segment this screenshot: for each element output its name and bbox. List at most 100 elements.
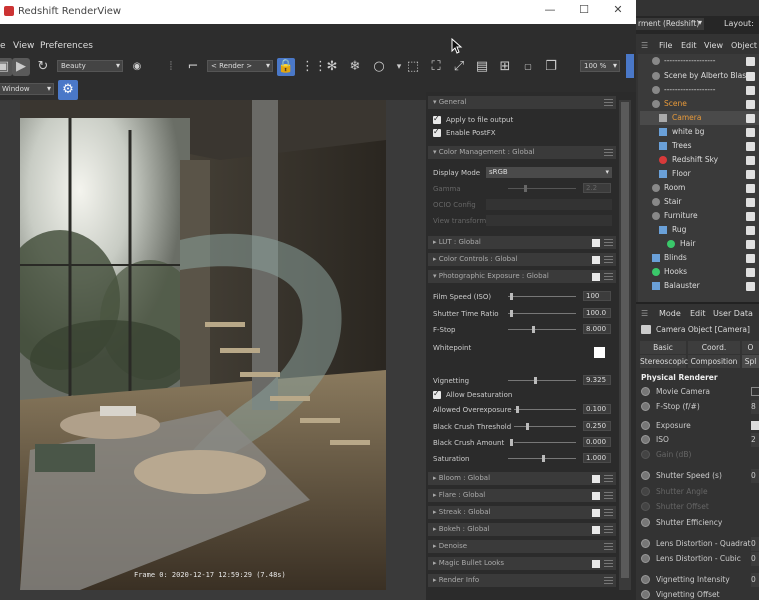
layout-dropdown[interactable]: rment (Redshift) — [636, 18, 704, 30]
visibility-check[interactable] — [746, 57, 755, 66]
minimize-button[interactable]: — — [538, 3, 562, 16]
section-color-controls[interactable]: ▸ Color Controls : Global — [428, 253, 616, 266]
tree-row[interactable]: Stair — [640, 195, 759, 209]
section-streak[interactable]: ▸ Streak : Global — [428, 506, 616, 519]
prop-exposure[interactable]: Exposure — [641, 419, 759, 433]
whitepoint-color-swatch[interactable] — [594, 347, 605, 358]
section-menu-icon[interactable] — [604, 475, 613, 482]
menu-preferences[interactable]: Preferences — [40, 41, 93, 51]
visibility-check[interactable] — [746, 198, 755, 207]
visibility-check[interactable] — [746, 282, 755, 291]
prop-vignetting-intensity[interactable]: Vignetting Intensity 0 — [641, 573, 759, 587]
shutter-ratio-slider[interactable] — [508, 310, 576, 317]
display-mode-select[interactable]: sRGB — [486, 167, 612, 178]
render-camera-select[interactable]: < Render > — [207, 60, 273, 72]
add-snapshot-icon[interactable]: ⊞ — [496, 58, 514, 76]
tree-row[interactable]: Hooks — [640, 265, 759, 279]
gear-icon[interactable]: ⚙ — [58, 80, 78, 100]
lens-cubic-value-field[interactable]: 0 — [751, 552, 759, 566]
section-flare[interactable]: ▸ Flare : Global — [428, 489, 616, 502]
fstop-value-field[interactable]: 8 — [751, 400, 759, 414]
scrollbar-thumb[interactable] — [621, 102, 629, 578]
grid-dots-icon[interactable]: ⁞ — [162, 58, 180, 76]
tree-row[interactable]: Redshift Sky — [640, 153, 759, 167]
section-bloom[interactable]: ▸ Bloom : Global — [428, 472, 616, 485]
vignetting-slider[interactable] — [508, 377, 576, 384]
animation-dot-icon[interactable] — [641, 590, 650, 599]
prop-lens-distortion-quadratic[interactable]: Lens Distortion - Quadratic 0 — [641, 537, 759, 551]
play-render-icon[interactable]: ▶ — [12, 58, 30, 76]
menu-view[interactable]: View — [13, 41, 34, 51]
visibility-check[interactable] — [746, 268, 755, 277]
image-icon[interactable]: ▤ — [473, 58, 491, 76]
section-menu-icon[interactable] — [604, 560, 613, 567]
tab-basic[interactable]: Basic — [640, 341, 686, 354]
maximize-button[interactable]: ☐ — [572, 3, 596, 16]
shutter-ratio-field[interactable]: 100.0 — [583, 308, 611, 318]
lock-icon[interactable]: 🔒 — [277, 58, 295, 76]
lens-quad-value-field[interactable]: 0 — [751, 537, 759, 551]
am-menu-user-data[interactable]: User Data — [713, 309, 753, 318]
save-icon[interactable]: ▣ — [0, 58, 12, 76]
color-wheel-icon[interactable]: ◉ — [128, 58, 146, 76]
section-bokeh[interactable]: ▸ Bokeh : Global — [428, 523, 616, 536]
tab-spherical[interactable]: Spl — [742, 355, 759, 368]
visibility-check[interactable] — [746, 212, 755, 221]
allowed-overexposure-slider[interactable] — [514, 406, 576, 413]
animation-dot-icon[interactable] — [641, 575, 650, 584]
film-speed-slider[interactable] — [508, 293, 576, 300]
stretch-icon[interactable]: ⤢ — [450, 58, 468, 76]
visibility-check[interactable] — [746, 184, 755, 193]
circle-icon[interactable]: ○ — [370, 58, 388, 76]
close-button[interactable]: ✕ — [606, 3, 630, 16]
animation-dot-icon[interactable] — [641, 554, 650, 563]
aov-select[interactable]: Beauty — [57, 60, 123, 72]
saturation-slider[interactable] — [508, 455, 576, 462]
tree-row[interactable]: Room — [640, 181, 759, 195]
snowflake-bake-icon[interactable]: ❄ — [346, 58, 364, 76]
tree-row[interactable]: Scene by Alberto Blasi — [640, 69, 759, 83]
enable-postfx-checkbox[interactable] — [433, 127, 441, 137]
vignetting-intensity-value-field[interactable]: 0 — [751, 573, 759, 587]
visibility-check[interactable] — [746, 100, 755, 109]
section-menu-icon[interactable] — [604, 526, 613, 533]
tab-object[interactable]: O — [742, 341, 759, 354]
tree-row[interactable]: white bg — [640, 125, 759, 139]
om-menu-file[interactable]: File — [659, 41, 672, 50]
panel-toggle-button[interactable] — [626, 54, 634, 78]
fit-icon[interactable]: ⛶ — [427, 58, 445, 76]
om-menu-object[interactable]: Object — [731, 41, 757, 50]
visibility-check[interactable] — [746, 226, 755, 235]
visibility-check[interactable] — [746, 240, 755, 249]
menu-file-partial[interactable]: e — [0, 41, 6, 51]
prop-shutter-efficiency[interactable]: Shutter Efficiency — [641, 516, 759, 530]
settings-scrollbar[interactable] — [619, 100, 631, 590]
animation-dot-icon[interactable] — [641, 387, 650, 396]
black-crush-threshold-slider[interactable] — [514, 423, 576, 430]
section-color-management[interactable]: ▾ Color Management : Global — [428, 146, 616, 159]
prop-lens-distortion-cubic[interactable]: Lens Distortion - Cubic 0 — [641, 552, 759, 566]
flare-enable-checkbox[interactable] — [592, 492, 600, 500]
color-controls-enable-checkbox[interactable] — [592, 256, 600, 264]
film-speed-field[interactable]: 100 — [583, 291, 611, 301]
crop-icon[interactable]: ⌐ — [184, 58, 202, 76]
tree-row[interactable]: Balauster — [640, 279, 759, 293]
visibility-check[interactable] — [746, 156, 755, 165]
section-menu-icon[interactable] — [604, 149, 613, 156]
visibility-check[interactable] — [746, 114, 755, 123]
visibility-check[interactable] — [746, 128, 755, 137]
magic-bullet-enable-checkbox[interactable] — [592, 560, 600, 568]
grid-icon[interactable]: ⋮⋮ — [301, 58, 327, 76]
tree-row[interactable]: Trees — [640, 139, 759, 153]
tree-row[interactable]: Blinds — [640, 251, 759, 265]
visibility-check[interactable] — [746, 254, 755, 263]
iso-value-field[interactable]: 2 — [751, 433, 759, 447]
animation-dot-icon[interactable] — [641, 539, 650, 548]
visibility-check[interactable] — [746, 142, 755, 151]
lut-enable-checkbox[interactable] — [592, 239, 600, 247]
animation-dot-icon[interactable] — [641, 402, 650, 411]
prop-shutter-speed[interactable]: Shutter Speed (s) 0 — [641, 469, 759, 483]
animation-dot-icon[interactable] — [641, 435, 650, 444]
tree-row[interactable]: Rug — [640, 223, 759, 237]
tree-row[interactable]: ------------------- — [640, 54, 759, 68]
